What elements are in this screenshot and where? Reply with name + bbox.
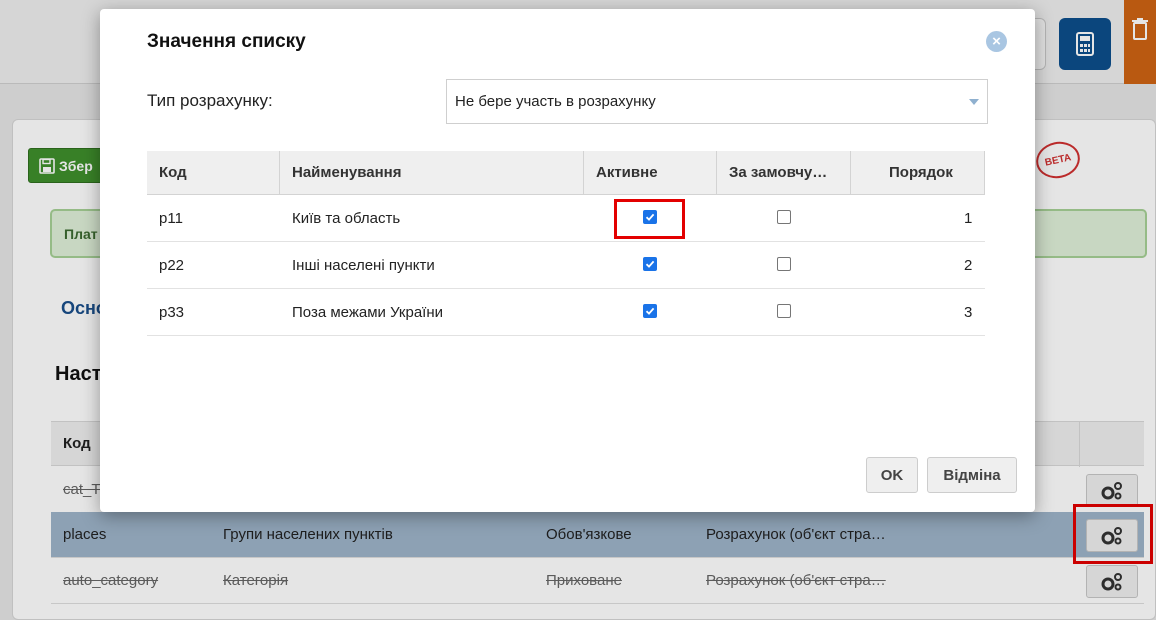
active-checkbox[interactable] (643, 257, 657, 271)
highlight-box (614, 199, 685, 239)
dialog-title: Значення списку (147, 31, 306, 52)
column-header-order[interactable]: Порядок (851, 151, 985, 195)
default-checkbox[interactable] (777, 304, 791, 318)
default-checkbox[interactable] (777, 210, 791, 224)
column-header-name[interactable]: Найменування (280, 151, 584, 195)
value-name: Поза межами України (292, 304, 443, 321)
calc-type-value: Не бере участь в розрахунку (455, 93, 656, 110)
ok-button[interactable]: OK (866, 457, 918, 493)
value-code: p33 (159, 304, 185, 321)
default-checkbox[interactable] (777, 257, 791, 271)
table-row[interactable]: p33 Поза межами України 3 (147, 289, 985, 336)
list-values-dialog: Значення списку × Тип розрахунку: Не бер… (100, 9, 1035, 512)
value-order: 1 (964, 210, 973, 227)
check-icon (645, 260, 655, 268)
value-code: p11 (159, 210, 183, 227)
check-icon (645, 307, 655, 315)
active-checkbox[interactable] (643, 304, 657, 318)
column-header-active[interactable]: Активне (584, 151, 717, 195)
column-header-default[interactable]: За замовчу… (717, 151, 851, 195)
value-order: 2 (964, 257, 973, 274)
chevron-down-icon (969, 99, 979, 105)
calc-type-select[interactable]: Не бере участь в розрахунку (446, 79, 988, 124)
column-header-code[interactable]: Код (147, 151, 280, 195)
value-code: p22 (159, 257, 185, 274)
value-name: Київ та область (292, 210, 401, 227)
value-order: 3 (964, 304, 973, 321)
values-table-header: Код Найменування Активне За замовчу… Пор… (147, 151, 985, 195)
calc-type-label: Тип розрахунку: (147, 91, 273, 110)
cancel-button[interactable]: Відміна (927, 457, 1017, 493)
table-row[interactable]: p11 Київ та область 1 (147, 195, 985, 242)
values-table: Код Найменування Активне За замовчу… Пор… (147, 151, 985, 336)
value-name: Інші населені пункти (292, 257, 435, 274)
table-row[interactable]: p22 Інші населені пункти 2 (147, 242, 985, 289)
close-icon[interactable]: × (986, 31, 1007, 52)
